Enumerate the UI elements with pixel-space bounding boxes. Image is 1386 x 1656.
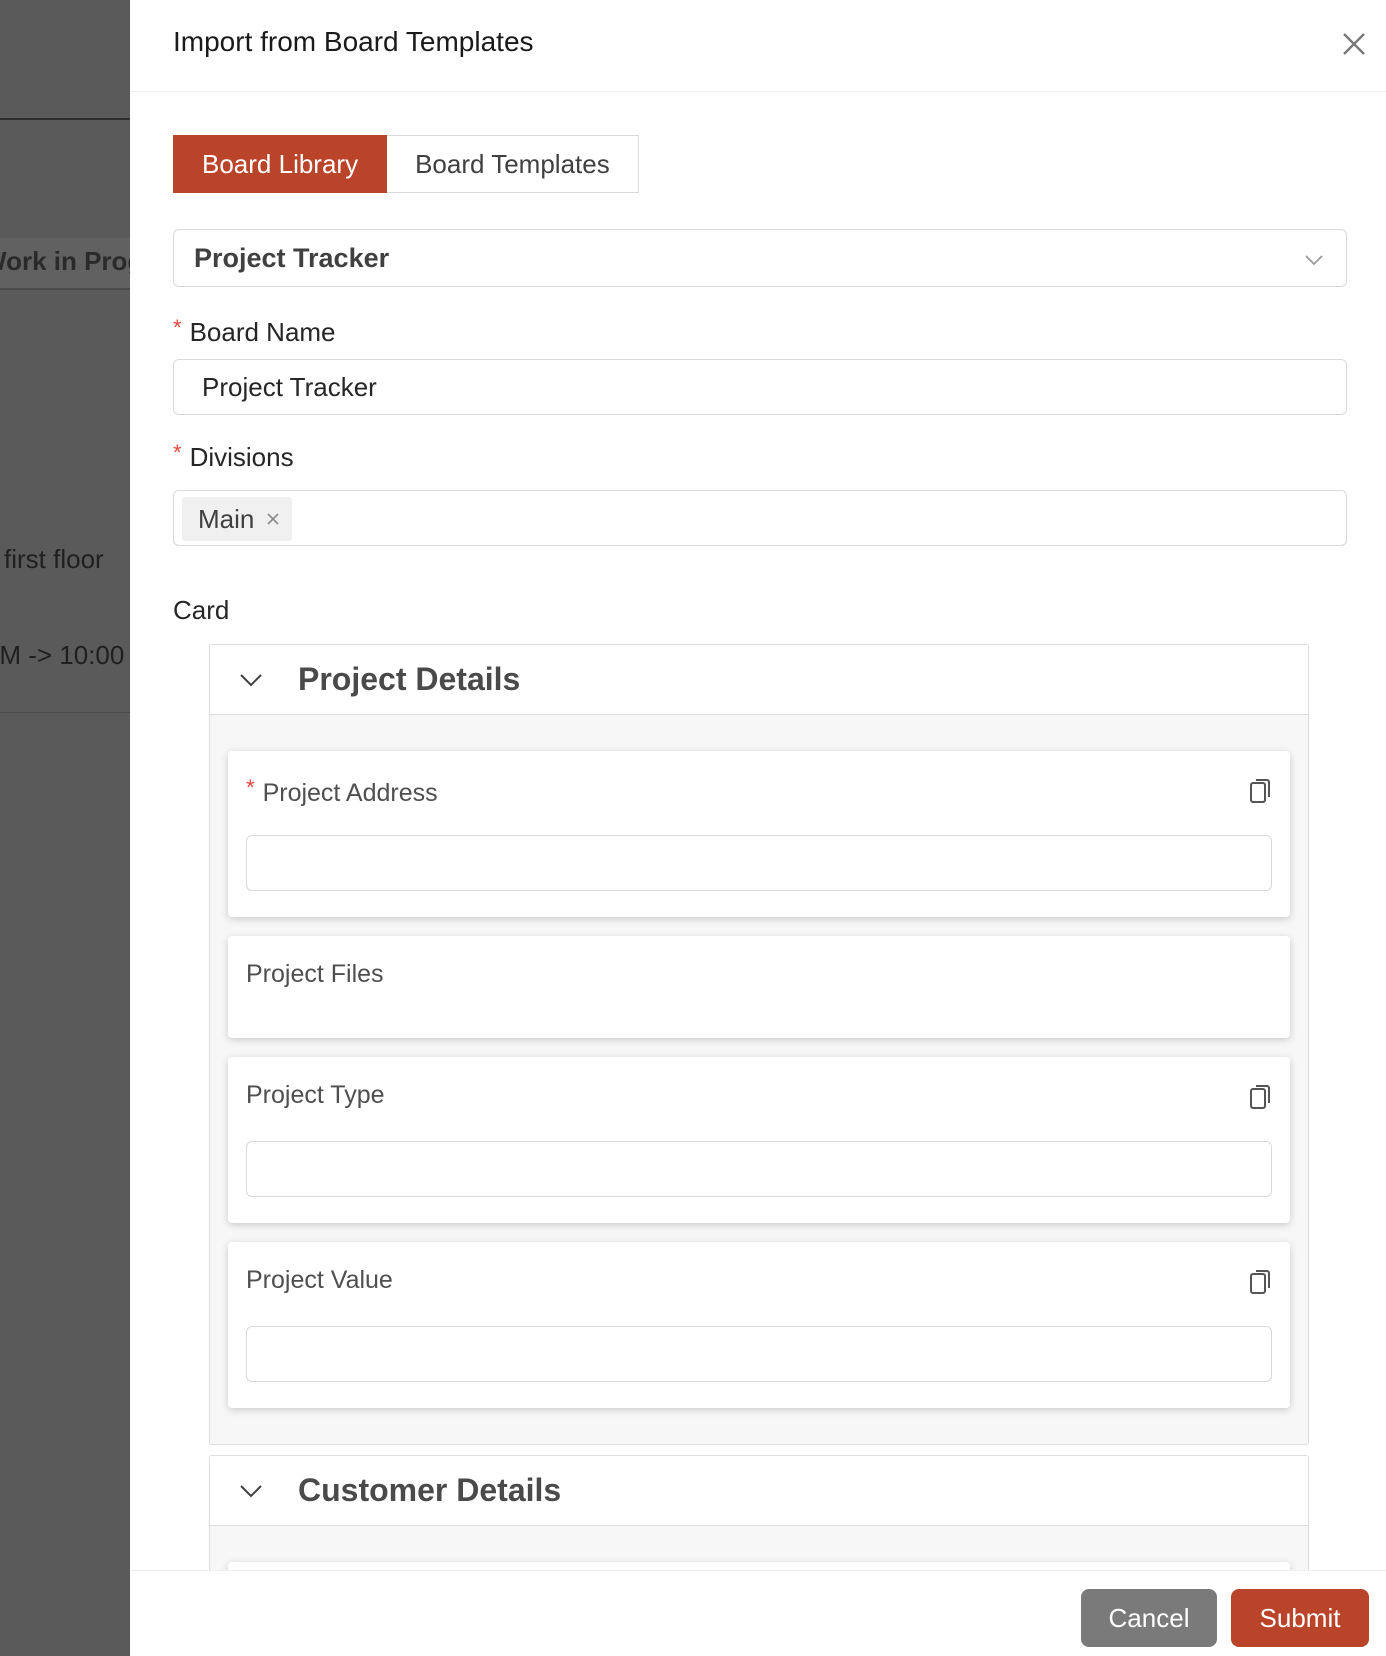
tab-board-library[interactable]: Board Library bbox=[173, 135, 388, 193]
field-label: Project Value bbox=[246, 1266, 393, 1294]
section-project-details: Project Details * Project Address Project… bbox=[209, 644, 1309, 1445]
required-marker: * bbox=[173, 315, 182, 340]
field-card-project-address: * Project Address bbox=[228, 751, 1290, 917]
background-column-header: Work in Progress bbox=[0, 238, 130, 290]
field-label: Project Files bbox=[246, 960, 384, 988]
drawer-header: Import from Board Templates bbox=[130, 0, 1386, 92]
required-marker: * bbox=[173, 440, 182, 465]
divisions-select[interactable]: Main bbox=[173, 490, 1347, 546]
field-label-text: Project Address bbox=[262, 779, 438, 807]
background-divider bbox=[0, 712, 130, 713]
drawer-title: Import from Board Templates bbox=[173, 26, 534, 57]
project-type-input[interactable] bbox=[246, 1141, 1272, 1197]
field-label: Project Type bbox=[246, 1081, 385, 1109]
board-name-label: * Board Name bbox=[173, 315, 336, 348]
chevron-down-icon bbox=[240, 1485, 262, 1498]
division-tag-label: Main bbox=[198, 503, 255, 534]
copy-icon[interactable] bbox=[1248, 1083, 1272, 1111]
section-title: Project Details bbox=[298, 661, 521, 697]
chevron-down-icon bbox=[240, 674, 262, 687]
background-column-title: Work in Progress bbox=[0, 246, 130, 276]
background-divider bbox=[0, 118, 130, 120]
section-title: Customer Details bbox=[298, 1472, 562, 1508]
required-marker: * bbox=[246, 775, 255, 800]
close-button[interactable] bbox=[1334, 24, 1374, 64]
import-drawer: Import from Board Templates Board Librar… bbox=[130, 0, 1386, 1656]
close-icon bbox=[1343, 33, 1365, 55]
divisions-label: * Divisions bbox=[173, 440, 294, 473]
submit-button[interactable]: Submit bbox=[1231, 1589, 1369, 1647]
field-card-project-value: Project Value bbox=[228, 1242, 1290, 1408]
board-name-input[interactable]: Project Tracker bbox=[173, 359, 1347, 415]
board-name-label-text: Board Name bbox=[189, 317, 336, 347]
close-icon[interactable] bbox=[264, 510, 282, 528]
copy-icon[interactable] bbox=[1248, 777, 1272, 805]
copy-icon[interactable] bbox=[1248, 1268, 1272, 1296]
drawer-footer: Cancel Submit bbox=[130, 1570, 1386, 1656]
section-header[interactable]: Customer Details bbox=[210, 1456, 1308, 1526]
card-label: Card bbox=[173, 595, 230, 625]
cancel-button[interactable]: Cancel bbox=[1081, 1589, 1217, 1647]
template-select[interactable]: Project Tracker bbox=[173, 229, 1347, 287]
background-card-time: AM -> 10:00 AM bbox=[0, 640, 130, 670]
board-name-value: Project Tracker bbox=[202, 372, 377, 402]
background-card-text: first floor bbox=[4, 544, 104, 574]
background-page: Work in Progress first floor AM -> 10:00… bbox=[0, 0, 130, 1656]
template-select-value: Project Tracker bbox=[194, 243, 390, 273]
division-tag: Main bbox=[182, 497, 293, 541]
source-tabs: Board Library Board Templates bbox=[173, 135, 639, 193]
chevron-down-icon bbox=[1305, 255, 1323, 266]
tab-board-templates[interactable]: Board Templates bbox=[387, 135, 639, 193]
project-value-input[interactable] bbox=[246, 1326, 1272, 1382]
field-card-project-files: Project Files bbox=[228, 936, 1290, 1038]
field-card-project-type: Project Type bbox=[228, 1057, 1290, 1223]
field-label: * Project Address bbox=[246, 775, 438, 808]
section-header[interactable]: Project Details bbox=[210, 645, 1308, 715]
divisions-label-text: Divisions bbox=[189, 442, 294, 472]
project-address-input[interactable] bbox=[246, 835, 1272, 891]
